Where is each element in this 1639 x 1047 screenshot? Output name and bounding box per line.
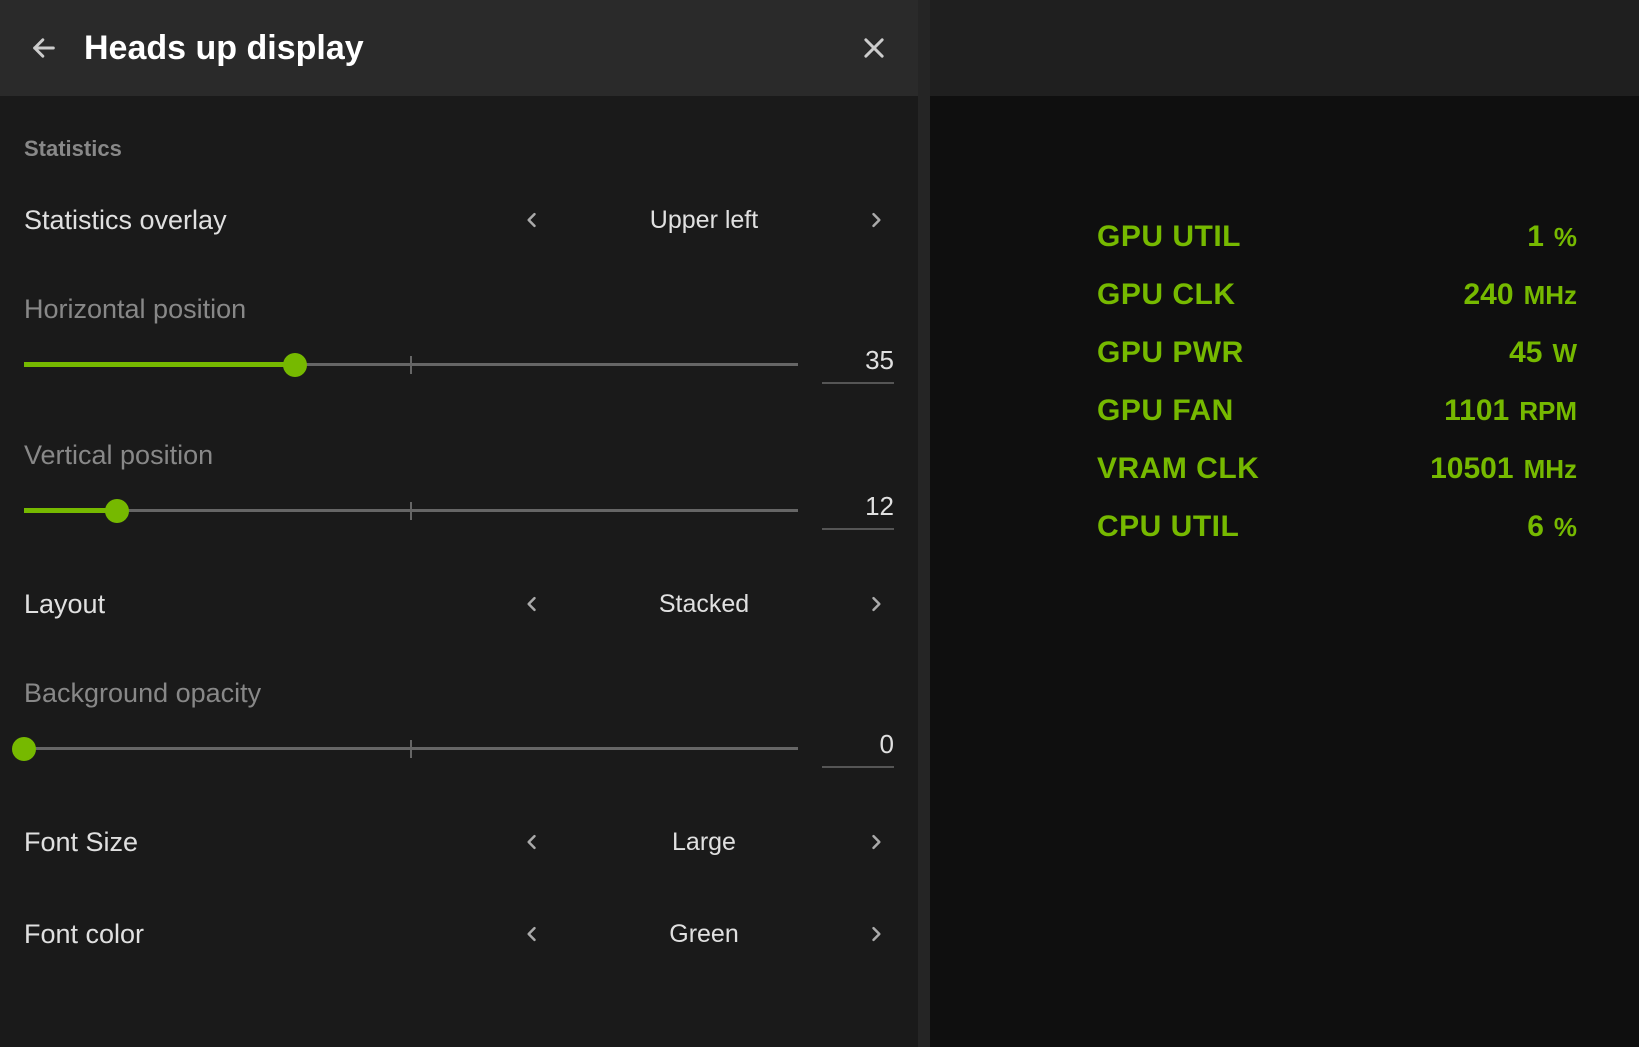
row-statistics-overlay: Statistics overlay Upper left: [24, 202, 894, 238]
settings-panel: Heads up display Statistics Statistics o…: [0, 0, 930, 1047]
app-root: Heads up display Statistics Statistics o…: [0, 0, 1639, 1047]
label-statistics-overlay: Statistics overlay: [24, 205, 227, 236]
hud-value: 1: [1527, 220, 1544, 254]
hud-unit: RPM: [1519, 396, 1577, 427]
row-background-opacity: Background opacity 0: [24, 678, 894, 768]
label-font-color: Font color: [24, 919, 144, 950]
label-vertical-position: Vertical position: [24, 440, 894, 471]
label-layout: Layout: [24, 589, 105, 620]
hud-label: VRAM CLK: [1097, 452, 1259, 486]
vertical-position-value[interactable]: 12: [822, 491, 894, 530]
horizontal-position-slider[interactable]: [24, 353, 798, 377]
statistics-overlay-value: Upper left: [590, 206, 818, 235]
font-size-prev-button[interactable]: [514, 824, 550, 860]
selector-font-color: Green: [514, 916, 894, 952]
label-horizontal-position: Horizontal position: [24, 294, 894, 325]
chevron-left-icon: [522, 210, 542, 230]
slider-row-opacity: 0: [24, 729, 894, 768]
close-icon: [860, 34, 888, 62]
font-size-next-button[interactable]: [858, 824, 894, 860]
statistics-overlay-prev-button[interactable]: [514, 202, 550, 238]
slider-row-horizontal: 35: [24, 345, 894, 384]
panel-header: Heads up display: [0, 0, 918, 96]
hud-unit: %: [1554, 512, 1577, 543]
row-vertical-position: Vertical position 12: [24, 440, 894, 530]
close-button[interactable]: [854, 28, 894, 68]
label-background-opacity: Background opacity: [24, 678, 894, 709]
hud-label: GPU FAN: [1097, 394, 1234, 428]
chevron-right-icon: [866, 210, 886, 230]
row-horizontal-position: Horizontal position 35: [24, 294, 894, 384]
hud-value: 240: [1464, 278, 1514, 312]
slider-thumb[interactable]: [283, 353, 307, 377]
layout-next-button[interactable]: [858, 586, 894, 622]
hud-label: GPU PWR: [1097, 336, 1244, 370]
statistics-overlay-next-button[interactable]: [858, 202, 894, 238]
settings-content: Statistics Statistics overlay Upper left…: [0, 96, 918, 1047]
chevron-left-icon: [522, 594, 542, 614]
selector-statistics-overlay: Upper left: [514, 202, 894, 238]
vertical-position-slider[interactable]: [24, 499, 798, 523]
hud-line: CPU UTIL 6 %: [1097, 510, 1577, 544]
hud-value: 45: [1509, 336, 1542, 370]
row-font-color: Font color Green: [24, 916, 894, 952]
back-button[interactable]: [24, 28, 64, 68]
chevron-right-icon: [866, 594, 886, 614]
selector-layout: Stacked: [514, 586, 894, 622]
hud-value: 6: [1527, 510, 1544, 544]
hud-label: GPU UTIL: [1097, 220, 1241, 254]
hud-value: 10501: [1430, 452, 1513, 486]
layout-value: Stacked: [590, 590, 818, 619]
slider-row-vertical: 12: [24, 491, 894, 530]
selector-font-size: Large: [514, 824, 894, 860]
chevron-right-icon: [866, 924, 886, 944]
chevron-left-icon: [522, 832, 542, 852]
hud-unit: MHz: [1524, 454, 1577, 485]
layout-prev-button[interactable]: [514, 586, 550, 622]
hud-preview: GPU UTIL 1 % GPU CLK 240 MHz GPU PWR 45 …: [1097, 220, 1577, 544]
chevron-left-icon: [522, 924, 542, 944]
page-title: Heads up display: [84, 29, 364, 68]
font-color-value: Green: [590, 920, 818, 949]
hud-line: GPU PWR 45 W: [1097, 336, 1577, 370]
hud-unit: MHz: [1524, 280, 1577, 311]
slider-thumb[interactable]: [12, 737, 36, 761]
hud-line: VRAM CLK 10501 MHz: [1097, 452, 1577, 486]
background-opacity-slider[interactable]: [24, 737, 798, 761]
hud-unit: W: [1552, 338, 1577, 369]
hud-line: GPU UTIL 1 %: [1097, 220, 1577, 254]
hud-line: GPU FAN 1101 RPM: [1097, 394, 1577, 428]
row-layout: Layout Stacked: [24, 586, 894, 622]
preview-top-strip: [930, 0, 1639, 96]
label-font-size: Font Size: [24, 827, 138, 858]
chevron-right-icon: [866, 832, 886, 852]
section-title-statistics: Statistics: [24, 136, 894, 162]
slider-thumb[interactable]: [105, 499, 129, 523]
horizontal-position-value[interactable]: 35: [822, 345, 894, 384]
font-color-next-button[interactable]: [858, 916, 894, 952]
hud-label: GPU CLK: [1097, 278, 1236, 312]
row-font-size: Font Size Large: [24, 824, 894, 860]
hud-unit: %: [1554, 222, 1577, 253]
hud-value: 1101: [1444, 394, 1509, 428]
background-opacity-value[interactable]: 0: [822, 729, 894, 768]
arrow-left-icon: [30, 34, 58, 62]
hud-label: CPU UTIL: [1097, 510, 1239, 544]
font-size-value: Large: [590, 828, 818, 857]
font-color-prev-button[interactable]: [514, 916, 550, 952]
hud-line: GPU CLK 240 MHz: [1097, 278, 1577, 312]
preview-panel: GPU UTIL 1 % GPU CLK 240 MHz GPU PWR 45 …: [930, 0, 1639, 1047]
